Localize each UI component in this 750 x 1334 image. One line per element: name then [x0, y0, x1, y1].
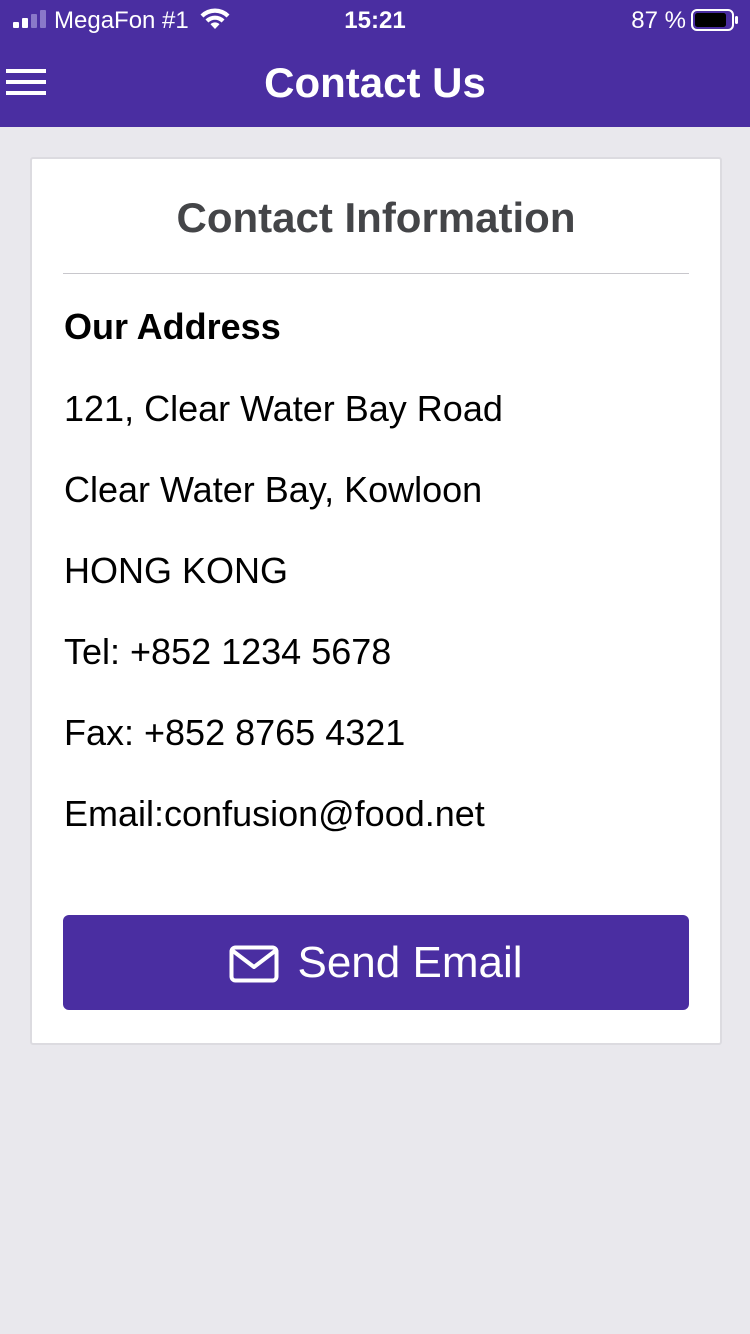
divider	[63, 273, 689, 274]
email-address: Email:confusion@food.net	[64, 793, 485, 834]
app-screen: MegaFon #1 15:21 87 % Contact Us Contact…	[0, 0, 750, 1334]
menu-button[interactable]	[0, 58, 60, 108]
send-email-button[interactable]: Send Email	[63, 915, 689, 1010]
battery-percentage: 87 %	[631, 7, 686, 34]
card-title: Contact Information	[176, 194, 576, 241]
envelope-icon	[229, 945, 279, 982]
address-heading: Our Address	[64, 306, 281, 347]
address-country: HONG KONG	[64, 550, 289, 591]
navigation-bar: Contact Us	[0, 40, 750, 127]
app-header: MegaFon #1 15:21 87 % Contact Us	[0, 0, 750, 127]
battery-icon	[691, 9, 738, 31]
contact-info-card: Contact Information Our Address 121, Cle…	[30, 157, 722, 1045]
fax-number: Fax: +852 8765 4321	[64, 712, 406, 753]
page-title: Contact Us	[264, 59, 486, 106]
telephone-number: Tel: +852 1234 5678	[64, 631, 392, 672]
status-bar: MegaFon #1 15:21 87 %	[0, 0, 750, 40]
hamburger-menu-icon	[6, 69, 46, 95]
address-street: 121, Clear Water Bay Road	[64, 388, 503, 429]
send-email-label: Send Email	[297, 937, 523, 987]
address-district: Clear Water Bay, Kowloon	[64, 469, 483, 510]
